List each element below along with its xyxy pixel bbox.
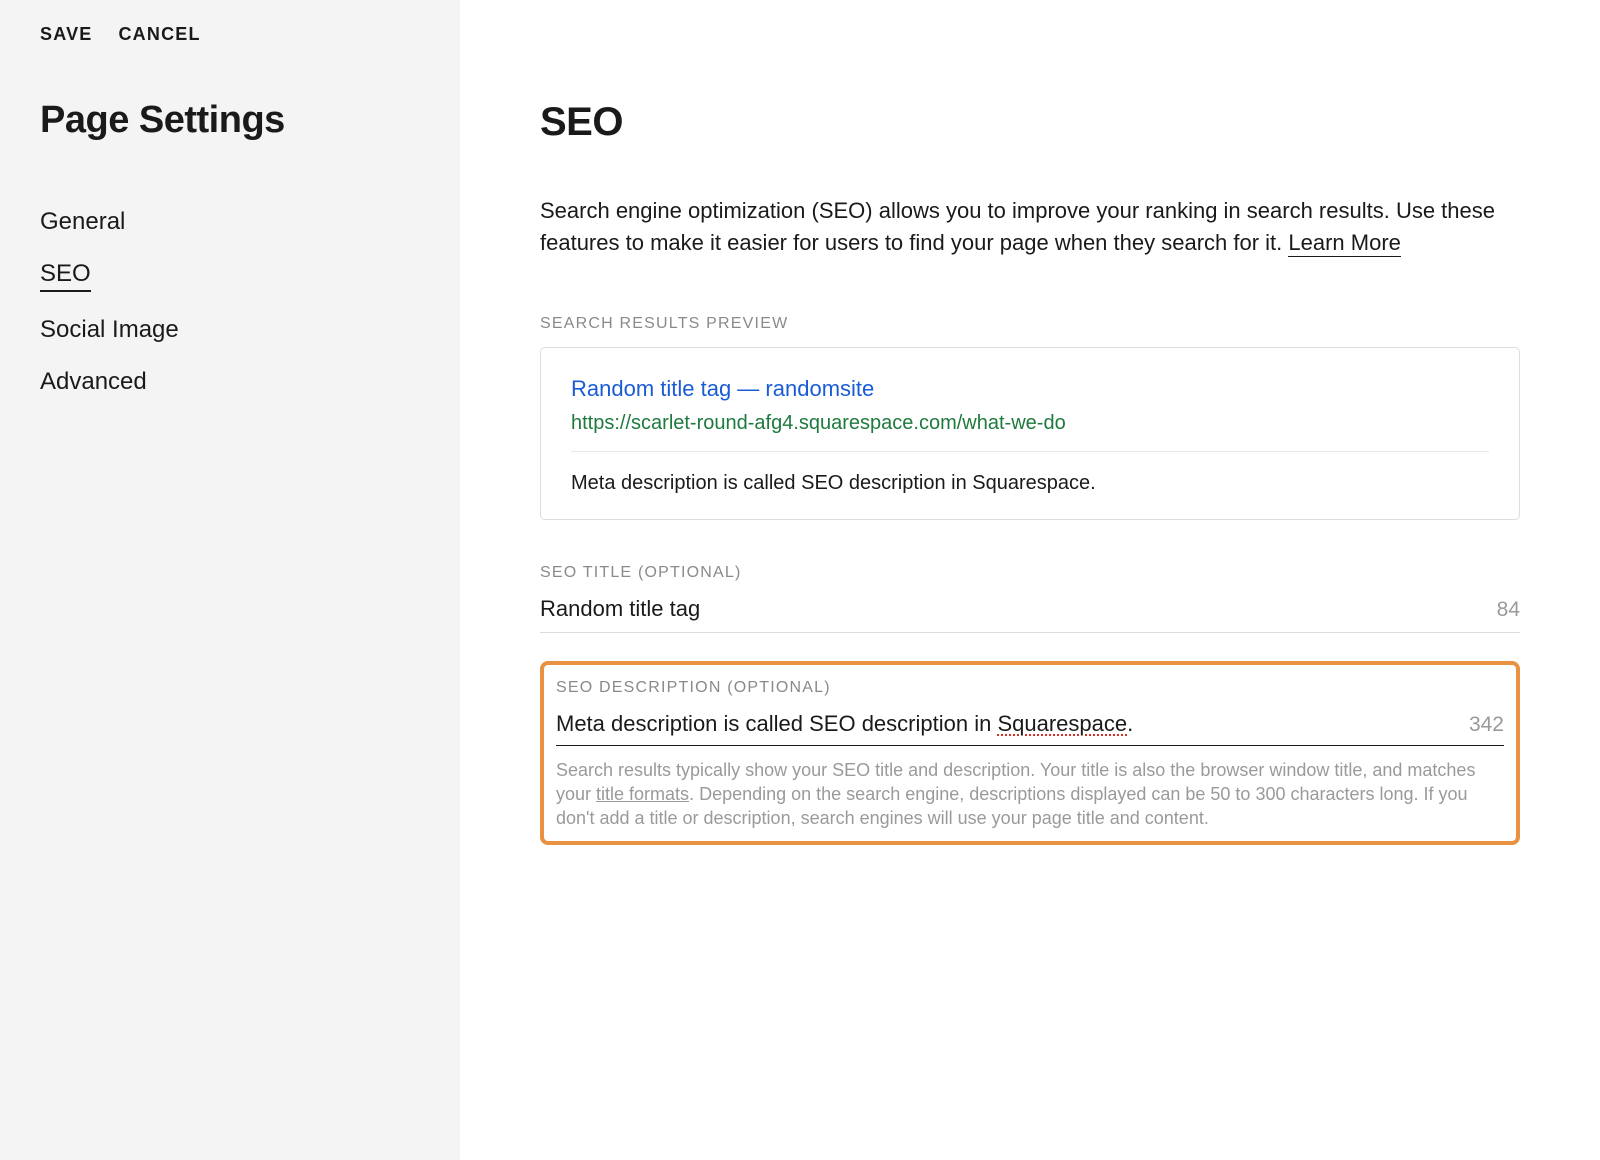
preview-label: SEARCH RESULTS PREVIEW (540, 315, 1520, 333)
seo-desc-text-post: . (1127, 711, 1133, 736)
preview-title: Random title tag — randomsite (571, 376, 1489, 402)
seo-title-count: 84 (1481, 598, 1520, 622)
seo-title-row: Random title tag 84 (540, 596, 1520, 633)
seo-description-input[interactable]: Meta description is called SEO descripti… (556, 711, 1453, 737)
title-formats-link[interactable]: title formats (596, 784, 689, 804)
preview-description: Meta description is called SEO descripti… (571, 472, 1489, 495)
nav-item-general[interactable]: General (40, 208, 125, 236)
seo-title-input[interactable]: Random title tag (540, 596, 1481, 622)
seo-description-count: 342 (1453, 713, 1504, 737)
preview-divider (571, 451, 1489, 452)
seo-title-label: SEO TITLE (OPTIONAL) (540, 564, 1520, 582)
seo-title-group: SEO TITLE (OPTIONAL) Random title tag 84 (540, 564, 1520, 633)
nav-item-advanced[interactable]: Advanced (40, 368, 147, 396)
page-title: Page Settings (40, 99, 420, 142)
nav-item-seo[interactable]: SEO (40, 260, 91, 292)
main-heading: SEO (540, 100, 1520, 145)
seo-description-row: Meta description is called SEO descripti… (556, 711, 1504, 746)
sidebar: SAVE CANCEL Page Settings General SEO So… (0, 0, 460, 1160)
sidebar-nav: General SEO Social Image Advanced (40, 208, 420, 420)
cancel-button[interactable]: CANCEL (118, 24, 200, 45)
seo-description-helper: Search results typically show your SEO t… (556, 758, 1504, 831)
seo-description-highlight: SEO DESCRIPTION (OPTIONAL) Meta descript… (540, 661, 1520, 845)
nav-item-social-image[interactable]: Social Image (40, 316, 179, 344)
save-button[interactable]: SAVE (40, 24, 92, 45)
main-content: SEO Search engine optimization (SEO) all… (460, 0, 1600, 1160)
search-results-preview: Random title tag — randomsite https://sc… (540, 347, 1520, 520)
learn-more-link[interactable]: Learn More (1288, 230, 1401, 257)
preview-url: https://scarlet-round-afg4.squarespace.c… (571, 412, 1489, 435)
seo-description-label: SEO DESCRIPTION (OPTIONAL) (556, 679, 1504, 697)
helper-post: . Depending on the search engine, descri… (556, 784, 1468, 828)
sidebar-actions: SAVE CANCEL (40, 24, 420, 45)
seo-desc-text-pre: Meta description is called SEO descripti… (556, 711, 997, 736)
intro-text: Search engine optimization (SEO) allows … (540, 195, 1520, 259)
seo-desc-spellcheck: Squarespace (997, 711, 1127, 736)
